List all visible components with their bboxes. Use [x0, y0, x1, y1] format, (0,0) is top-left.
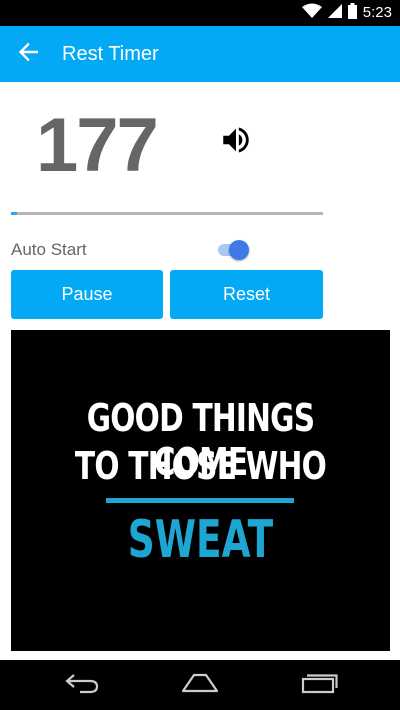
- status-bar: 5:23: [0, 0, 400, 26]
- timer-progress-bar: [11, 212, 323, 215]
- motivation-line-2: TO THOSE WHO: [74, 444, 327, 488]
- reset-button[interactable]: Reset: [170, 270, 323, 319]
- wifi-icon: [301, 3, 322, 24]
- arrow-back-icon: [18, 42, 39, 66]
- navigation-bar: [0, 660, 400, 710]
- timer-value: 177: [36, 103, 159, 188]
- volume-up-icon: [219, 123, 253, 162]
- status-time: 5:23: [362, 4, 392, 21]
- page-title: Rest Timer: [62, 43, 159, 65]
- nav-recents-button[interactable]: [290, 668, 350, 702]
- motivation-divider: [106, 498, 294, 503]
- nav-home-icon: [180, 672, 220, 699]
- pause-button[interactable]: Pause: [11, 270, 163, 319]
- nav-back-button[interactable]: [52, 668, 112, 702]
- status-icons: 5:23: [301, 2, 392, 24]
- nav-back-icon: [64, 672, 100, 699]
- motivation-image: GOOD THINGS COME TO THOSE WHO SWEAT: [11, 330, 390, 651]
- nav-home-button[interactable]: [170, 668, 230, 702]
- nav-recents-icon: [301, 672, 339, 699]
- timer-progress-fill: [11, 212, 18, 215]
- back-button[interactable]: [10, 36, 46, 72]
- auto-start-label: Auto Start: [11, 240, 87, 259]
- auto-start-toggle[interactable]: [216, 239, 252, 261]
- signal-icon: [327, 3, 342, 24]
- toggle-thumb: [229, 240, 249, 260]
- app-bar: Rest Timer: [0, 26, 400, 82]
- motivation-highlight: SWEAT: [127, 510, 274, 570]
- battery-icon: [347, 2, 357, 24]
- volume-button[interactable]: [214, 120, 258, 164]
